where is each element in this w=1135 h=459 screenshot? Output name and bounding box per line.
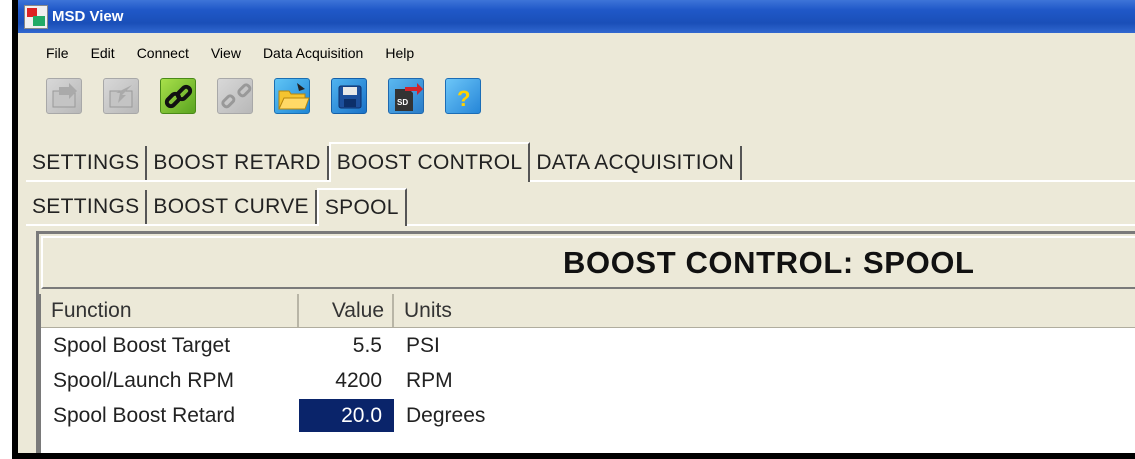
sd-card-transfer-icon: SD [395, 83, 423, 111]
write-to-device-icon [109, 85, 133, 108]
app-window: MSD View File Edit Connect View Data Acq… [12, 0, 1135, 459]
open-folder-icon [278, 83, 310, 110]
tab-boost-retard[interactable]: BOOST RETARD [147, 146, 329, 180]
subtab-spool[interactable]: SPOOL [316, 188, 407, 226]
app-logo-icon [24, 4, 48, 29]
write-to-device-button[interactable] [103, 78, 139, 114]
read-from-device-button[interactable] [46, 78, 82, 114]
help-button[interactable]: ? [445, 78, 481, 114]
window-bottom-edge [18, 453, 1135, 459]
table-row[interactable]: Spool Boost Target 5.5 PSI [41, 328, 1135, 363]
menu-connect[interactable]: Connect [126, 45, 200, 61]
menu-view[interactable]: View [200, 45, 252, 61]
sd-label: SD [397, 98, 408, 107]
row-value[interactable]: 4200 [299, 364, 394, 397]
menu-edit[interactable]: Edit [80, 45, 126, 61]
grid-header: Function Value Units [41, 294, 1135, 328]
menu-data-acquisition[interactable]: Data Acquisition [252, 45, 374, 61]
tab-boost-control[interactable]: BOOST CONTROL [328, 142, 531, 182]
column-header-function[interactable]: Function [41, 294, 299, 327]
help-icon: ? [457, 86, 470, 111]
toolbar: SD ? [18, 73, 1135, 119]
row-function: Spool Boost Retard [53, 404, 236, 427]
save-disk-icon [338, 85, 362, 109]
row-value[interactable]: 5.5 [299, 329, 394, 362]
save-button[interactable] [331, 78, 367, 114]
disconnect-button[interactable] [217, 78, 253, 114]
row-function: Spool/Launch RPM [53, 369, 234, 392]
panel-header: BOOST CONTROL: SPOOL [41, 236, 1135, 289]
main-tabs-divider [26, 180, 1135, 182]
table-row[interactable]: Spool Boost Retard 20.0 Degrees [41, 398, 1135, 433]
connect-button[interactable] [160, 78, 196, 114]
row-value-selected[interactable]: 20.0 [299, 399, 394, 432]
menu-help[interactable]: Help [374, 45, 425, 61]
tab-data-acquisition[interactable]: DATA ACQUISITION [530, 146, 743, 180]
menu-bar: File Edit Connect View Data Acquisition … [18, 33, 1135, 73]
window-title: MSD View [52, 8, 124, 25]
tab-settings[interactable]: SETTINGS [26, 146, 148, 180]
panel-title: BOOST CONTROL: SPOOL [563, 244, 975, 280]
subtab-settings[interactable]: SETTINGS [26, 190, 148, 224]
column-header-units[interactable]: Units [394, 294, 452, 327]
column-header-value[interactable]: Value [299, 294, 394, 327]
sub-tabs: SETTINGS BOOST CURVE SPOOL [26, 184, 407, 226]
sd-card-transfer-button[interactable]: SD [388, 78, 424, 114]
spool-panel: BOOST CONTROL: SPOOL Function Value Unit… [36, 231, 1135, 459]
row-units: RPM [406, 369, 453, 392]
open-file-button[interactable] [274, 78, 310, 114]
row-function: Spool Boost Target [53, 334, 231, 357]
row-units: Degrees [406, 404, 486, 427]
subtab-boost-curve[interactable]: BOOST CURVE [147, 190, 317, 224]
read-from-device-icon [52, 83, 77, 108]
sub-tabs-divider [26, 224, 1135, 226]
connect-link-icon [164, 84, 193, 109]
parameter-grid: Function Value Units Spool Boost Target … [39, 294, 1135, 459]
main-tabs: SETTINGS BOOST RETARD BOOST CONTROL DATA… [26, 138, 743, 182]
help-glyph: ? [457, 86, 470, 111]
title-bar[interactable]: MSD View [18, 0, 1135, 33]
table-row[interactable]: Spool/Launch RPM 4200 RPM [41, 363, 1135, 398]
row-units: PSI [406, 334, 440, 357]
menu-file[interactable]: File [18, 45, 80, 61]
disconnect-link-icon [221, 83, 252, 109]
